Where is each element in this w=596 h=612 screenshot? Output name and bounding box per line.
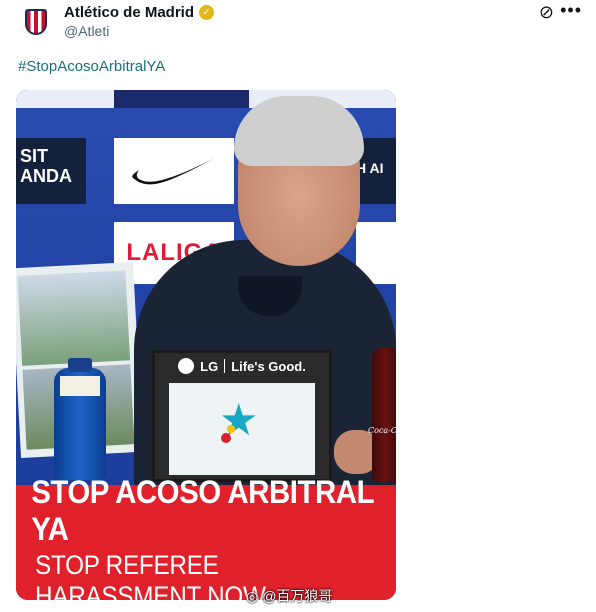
caixabank-red-dot bbox=[221, 433, 231, 443]
printed-photo-top bbox=[17, 270, 131, 366]
screen-divider bbox=[224, 359, 226, 373]
weibo-watermark: ◎ @百万狼哥 bbox=[246, 586, 332, 606]
hashtag-link[interactable]: #StopAcosoArbitralYA bbox=[18, 58, 165, 75]
author-name-row: Atlético de Madrid ✓ bbox=[64, 4, 215, 21]
watermark-text: @百万狼哥 bbox=[262, 588, 333, 604]
screen-slogan: Life's Good. bbox=[231, 358, 306, 374]
sponsor-board-left: SIT ANDA bbox=[16, 138, 86, 204]
caixabank-panel: ★ bbox=[169, 383, 315, 475]
screen-header: LG Life's Good. bbox=[155, 353, 329, 379]
tweet-media-image[interactable]: SIT ANDA LALIGA H AI Coca-Cola LG Life's… bbox=[16, 90, 396, 600]
lg-display-screen: LG Life's Good. ★ bbox=[152, 350, 332, 482]
display-name[interactable]: Atlético de Madrid bbox=[64, 4, 194, 21]
more-options-icon[interactable]: ••• bbox=[560, 0, 582, 21]
nike-sponsor-board bbox=[114, 138, 234, 204]
lg-logo-icon bbox=[178, 358, 195, 374]
atletico-crest-icon bbox=[25, 9, 47, 35]
avatar[interactable] bbox=[18, 4, 54, 40]
verified-badge-icon[interactable]: ✓ bbox=[199, 5, 215, 20]
screen-brand: LG bbox=[200, 358, 219, 374]
water-bottle bbox=[54, 358, 106, 480]
bottle-label bbox=[60, 376, 100, 396]
nike-swoosh-icon bbox=[132, 158, 215, 185]
banner-title: STOP ACOSO ARBITRAL YA bbox=[31, 473, 374, 547]
campaign-banner: STOP ACOSO ARBITRAL YA STOP REFEREE HARA… bbox=[16, 474, 396, 600]
handle[interactable]: @Atleti bbox=[64, 23, 109, 39]
bottle-cap bbox=[68, 358, 92, 372]
coke-label: Coca-Cola bbox=[368, 426, 396, 435]
coke-bottle: Coca-Cola bbox=[368, 348, 396, 482]
backdrop-top-band-dark bbox=[114, 90, 249, 108]
grok-icon[interactable]: ⊘ bbox=[539, 2, 554, 23]
caixabank-yellow-dot bbox=[227, 425, 235, 433]
weibo-icon: ◎ bbox=[246, 587, 259, 604]
